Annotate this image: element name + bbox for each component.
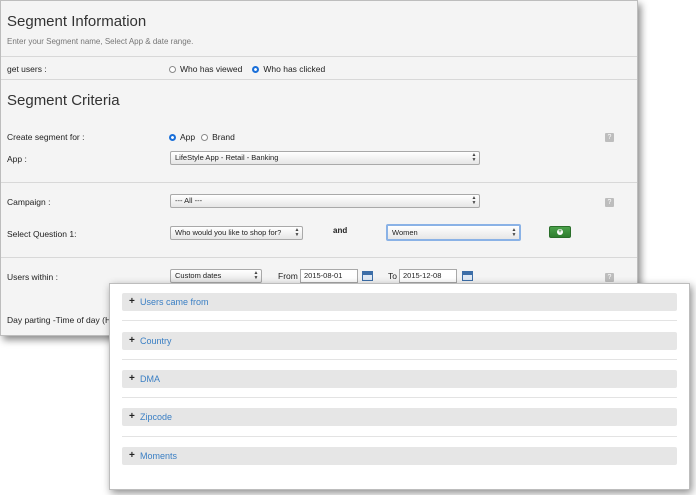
answer-select[interactable]: Women ▲ ▼: [386, 224, 521, 241]
to-label: To: [388, 271, 397, 281]
app-select-value: LifeStyle App - Retail - Banking: [175, 153, 279, 162]
app-label: App :: [7, 154, 27, 164]
select-arrows-icon: ▲ ▼: [471, 195, 477, 206]
app-select[interactable]: LifeStyle App - Retail - Banking ▲ ▼: [170, 151, 480, 165]
campaign-select[interactable]: --- All --- ▲ ▼: [170, 194, 480, 208]
users-within-label: Users within :: [7, 272, 59, 282]
accordion-dma[interactable]: + DMA: [122, 370, 677, 388]
expand-icon: +: [129, 335, 135, 346]
radio-who-has-viewed[interactable]: Who has viewed: [169, 64, 242, 74]
segment-criteria-title: Segment Criteria: [7, 92, 120, 109]
radio-label: Brand: [212, 132, 235, 142]
accordion-label: Country: [140, 336, 172, 346]
divider: [1, 79, 637, 80]
radio-brand[interactable]: Brand: [201, 132, 235, 142]
divider: [1, 56, 637, 57]
add-question-button[interactable]: +: [549, 226, 571, 238]
accordion-label: Users came from: [140, 297, 209, 307]
question-select-value: Who would you like to shop for?: [175, 228, 282, 237]
divider: [1, 182, 637, 183]
answer-select-value: Women: [392, 228, 418, 237]
radio-button-selected[interactable]: [169, 133, 176, 141]
calendar-icon[interactable]: [362, 271, 373, 281]
get-users-radio-group: Who has viewed Who has clicked: [169, 64, 335, 74]
help-icon[interactable]: ?: [605, 133, 614, 142]
segment-information-title: Segment Information: [7, 13, 147, 30]
radio-who-has-clicked[interactable]: Who has clicked: [252, 64, 325, 74]
radio-button[interactable]: [201, 133, 209, 141]
campaign-select-value: --- All ---: [175, 196, 203, 205]
divider: [122, 397, 677, 398]
select-arrows-icon: ▲ ▼: [511, 227, 517, 238]
accordion-zipcode[interactable]: + Zipcode: [122, 408, 677, 426]
campaign-label: Campaign :: [7, 197, 51, 207]
expand-icon: +: [129, 411, 135, 422]
accordion-moments[interactable]: + Moments: [122, 447, 677, 465]
radio-button[interactable]: [169, 65, 176, 73]
to-date-input[interactable]: 2015-12-08: [399, 269, 457, 283]
radio-label: Who has viewed: [180, 64, 243, 74]
select-arrows-icon: ▲ ▼: [253, 270, 259, 281]
divider: [1, 257, 637, 258]
segment-information-subtitle: Enter your Segment name, Select App & da…: [7, 37, 194, 46]
divider: [122, 320, 677, 321]
users-within-select-value: Custom dates: [175, 271, 222, 280]
radio-label: App: [180, 132, 196, 142]
filters-panel: + Users came from + Country + DMA + Zipc…: [109, 283, 690, 490]
accordion-country[interactable]: + Country: [122, 332, 677, 350]
plus-icon: +: [557, 229, 563, 235]
divider: [122, 436, 677, 437]
create-segment-for-label: Create segment for :: [7, 132, 85, 142]
expand-icon: +: [129, 450, 135, 461]
accordion-users-came-from[interactable]: + Users came from: [122, 293, 677, 311]
divider: [122, 359, 677, 360]
accordion-label: Moments: [140, 451, 178, 461]
select-arrows-icon: ▲ ▼: [471, 152, 477, 163]
accordion-label: DMA: [140, 374, 160, 384]
help-icon[interactable]: ?: [605, 198, 614, 207]
expand-icon: +: [129, 296, 135, 307]
create-segment-radio-group: App Brand: [169, 132, 245, 142]
radio-label: Who has clicked: [263, 64, 326, 74]
accordion-label: Zipcode: [140, 412, 173, 422]
help-icon[interactable]: ?: [605, 273, 614, 282]
expand-icon: +: [129, 373, 135, 384]
radio-app[interactable]: App: [169, 132, 195, 142]
from-label: From: [278, 271, 298, 281]
get-users-label: get users :: [7, 64, 47, 74]
day-parting-label: Day parting -Time of day (H: [7, 315, 112, 325]
question-select[interactable]: Who would you like to shop for? ▲ ▼: [170, 226, 303, 240]
calendar-icon[interactable]: [462, 271, 473, 281]
from-date-input[interactable]: 2015-08-01: [300, 269, 358, 283]
and-label: and: [333, 226, 348, 235]
select-arrows-icon: ▲ ▼: [294, 227, 300, 238]
radio-button-selected[interactable]: [252, 65, 260, 73]
select-question-label: Select Question 1:: [7, 229, 77, 239]
users-within-select[interactable]: Custom dates ▲ ▼: [170, 269, 262, 283]
